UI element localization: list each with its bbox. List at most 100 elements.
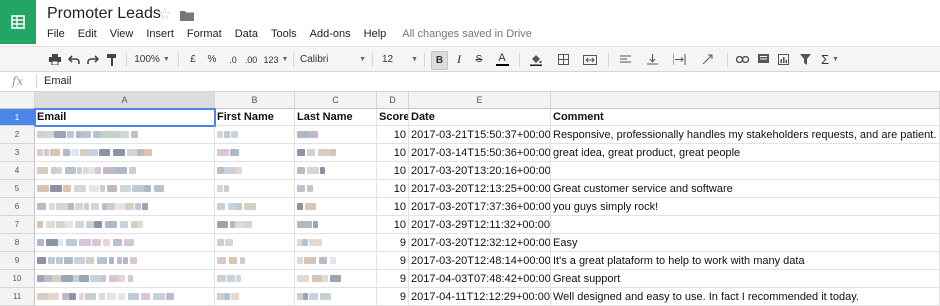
header-cell-last-name[interactable]: Last Name xyxy=(295,109,377,126)
data-cell[interactable] xyxy=(35,198,215,216)
date-cell[interactable]: 2017-03-29T12:11:32+00:00 xyxy=(409,216,551,234)
data-cell[interactable] xyxy=(35,234,215,252)
text-color-button[interactable]: A xyxy=(491,51,513,68)
score-cell[interactable]: 10 xyxy=(377,198,409,216)
data-cell[interactable] xyxy=(35,288,215,306)
menu-addons[interactable]: Add-ons xyxy=(310,28,351,40)
filter-icon[interactable] xyxy=(795,51,815,68)
data-cell[interactable] xyxy=(295,288,377,306)
vertical-align-icon[interactable] xyxy=(642,51,662,68)
row-header-11[interactable]: 11 xyxy=(0,288,35,306)
date-cell[interactable]: 2017-03-20T13:20:16+00:00 xyxy=(409,162,551,180)
percent-button[interactable]: % xyxy=(205,51,219,68)
paint-format-icon[interactable] xyxy=(104,51,120,68)
comment-cell[interactable] xyxy=(551,216,940,234)
data-cell[interactable] xyxy=(295,162,377,180)
data-cell[interactable] xyxy=(35,252,215,270)
score-cell[interactable]: 10 xyxy=(377,180,409,198)
header-cell-score[interactable]: Score xyxy=(377,109,409,126)
header-cell-comment[interactable]: Comment xyxy=(551,109,940,126)
more-formats-select[interactable]: 123 ▼ xyxy=(263,51,289,68)
date-cell[interactable]: 2017-03-20T12:13:25+00:00 xyxy=(409,180,551,198)
data-cell[interactable] xyxy=(35,180,215,198)
comment-cell[interactable]: Responsive, professionally handles my st… xyxy=(551,126,940,144)
data-cell[interactable] xyxy=(215,270,295,288)
strikethrough-button[interactable]: S xyxy=(472,51,486,68)
row-header-1[interactable]: 1 xyxy=(0,109,35,126)
decrease-decimal-button[interactable]: .0 xyxy=(225,51,241,68)
menu-format[interactable]: Format xyxy=(187,28,222,40)
star-icon[interactable]: ☆ xyxy=(158,5,171,23)
data-cell[interactable] xyxy=(215,162,295,180)
row-header-5[interactable]: 5 xyxy=(0,180,35,198)
menu-insert[interactable]: Insert xyxy=(146,28,174,40)
data-cell[interactable] xyxy=(215,180,295,198)
data-cell[interactable] xyxy=(35,162,215,180)
score-cell[interactable]: 9 xyxy=(377,288,409,306)
row-header-10[interactable]: 10 xyxy=(0,270,35,288)
row-header-7[interactable]: 7 xyxy=(0,216,35,234)
date-cell[interactable]: 2017-03-14T15:50:36+00:00 xyxy=(409,144,551,162)
score-cell[interactable]: 10 xyxy=(377,162,409,180)
data-cell[interactable] xyxy=(215,234,295,252)
data-cell[interactable] xyxy=(295,180,377,198)
comment-cell[interactable] xyxy=(551,162,940,180)
date-cell[interactable]: 2017-04-03T07:48:42+00:00 xyxy=(409,270,551,288)
row-header-9[interactable]: 9 xyxy=(0,252,35,270)
data-cell[interactable] xyxy=(35,144,215,162)
header-cell-email[interactable]: Email xyxy=(35,109,215,126)
comment-cell[interactable]: It's a great plataform to help to work w… xyxy=(551,252,940,270)
insert-comment-icon[interactable] xyxy=(754,51,772,68)
row-header-3[interactable]: 3 xyxy=(0,144,35,162)
date-cell[interactable]: 2017-03-20T17:37:36+00:00 xyxy=(409,198,551,216)
column-header-b[interactable]: B xyxy=(215,92,295,109)
data-cell[interactable] xyxy=(295,216,377,234)
data-cell[interactable] xyxy=(35,126,215,144)
insert-link-icon[interactable] xyxy=(733,51,751,68)
score-cell[interactable]: 9 xyxy=(377,270,409,288)
text-wrap-icon[interactable] xyxy=(668,51,690,68)
menu-tools[interactable]: Tools xyxy=(271,28,297,40)
data-cell[interactable] xyxy=(295,144,377,162)
column-header-f[interactable] xyxy=(551,92,940,109)
bold-button[interactable]: B xyxy=(431,51,448,70)
column-header-d[interactable]: D xyxy=(377,92,409,109)
data-cell[interactable] xyxy=(215,144,295,162)
data-cell[interactable] xyxy=(295,126,377,144)
data-cell[interactable] xyxy=(215,198,295,216)
date-cell[interactable]: 2017-03-20T12:32:12+00:00 xyxy=(409,234,551,252)
column-header-a[interactable]: A xyxy=(35,92,215,109)
data-cell[interactable] xyxy=(295,252,377,270)
comment-cell[interactable]: great idea, great product, great people xyxy=(551,144,940,162)
horizontal-align-icon[interactable] xyxy=(615,51,635,68)
data-cell[interactable] xyxy=(35,270,215,288)
row-header-2[interactable]: 2 xyxy=(0,126,35,144)
comment-cell[interactable]: you guys simply rock! xyxy=(551,198,940,216)
row-header-8[interactable]: 8 xyxy=(0,234,35,252)
text-rotation-icon[interactable] xyxy=(697,51,719,68)
merge-cells-icon[interactable] xyxy=(579,51,601,68)
comment-cell[interactable]: Great customer service and software xyxy=(551,180,940,198)
select-all-corner[interactable] xyxy=(0,92,35,109)
comment-cell[interactable]: Easy xyxy=(551,234,940,252)
data-cell[interactable] xyxy=(35,216,215,234)
italic-button[interactable]: I xyxy=(452,51,466,68)
column-header-e[interactable]: E xyxy=(409,92,551,109)
data-cell[interactable] xyxy=(295,198,377,216)
menu-file[interactable]: File xyxy=(47,28,65,40)
header-cell-date[interactable]: Date xyxy=(409,109,551,126)
document-title[interactable]: Promoter Leads xyxy=(47,5,161,23)
score-cell[interactable]: 10 xyxy=(377,144,409,162)
menu-view[interactable]: View xyxy=(110,28,134,40)
score-cell[interactable]: 10 xyxy=(377,216,409,234)
borders-icon[interactable] xyxy=(553,51,573,68)
zoom-select[interactable]: 100% ▼ xyxy=(132,51,172,68)
header-cell-first-name[interactable]: First Name xyxy=(215,109,295,126)
menu-help[interactable]: Help xyxy=(364,28,387,40)
data-cell[interactable] xyxy=(215,252,295,270)
row-header-4[interactable]: 4 xyxy=(0,162,35,180)
data-cell[interactable] xyxy=(215,126,295,144)
score-cell[interactable]: 9 xyxy=(377,252,409,270)
print-icon[interactable] xyxy=(47,51,63,68)
comment-cell[interactable]: Great support xyxy=(551,270,940,288)
